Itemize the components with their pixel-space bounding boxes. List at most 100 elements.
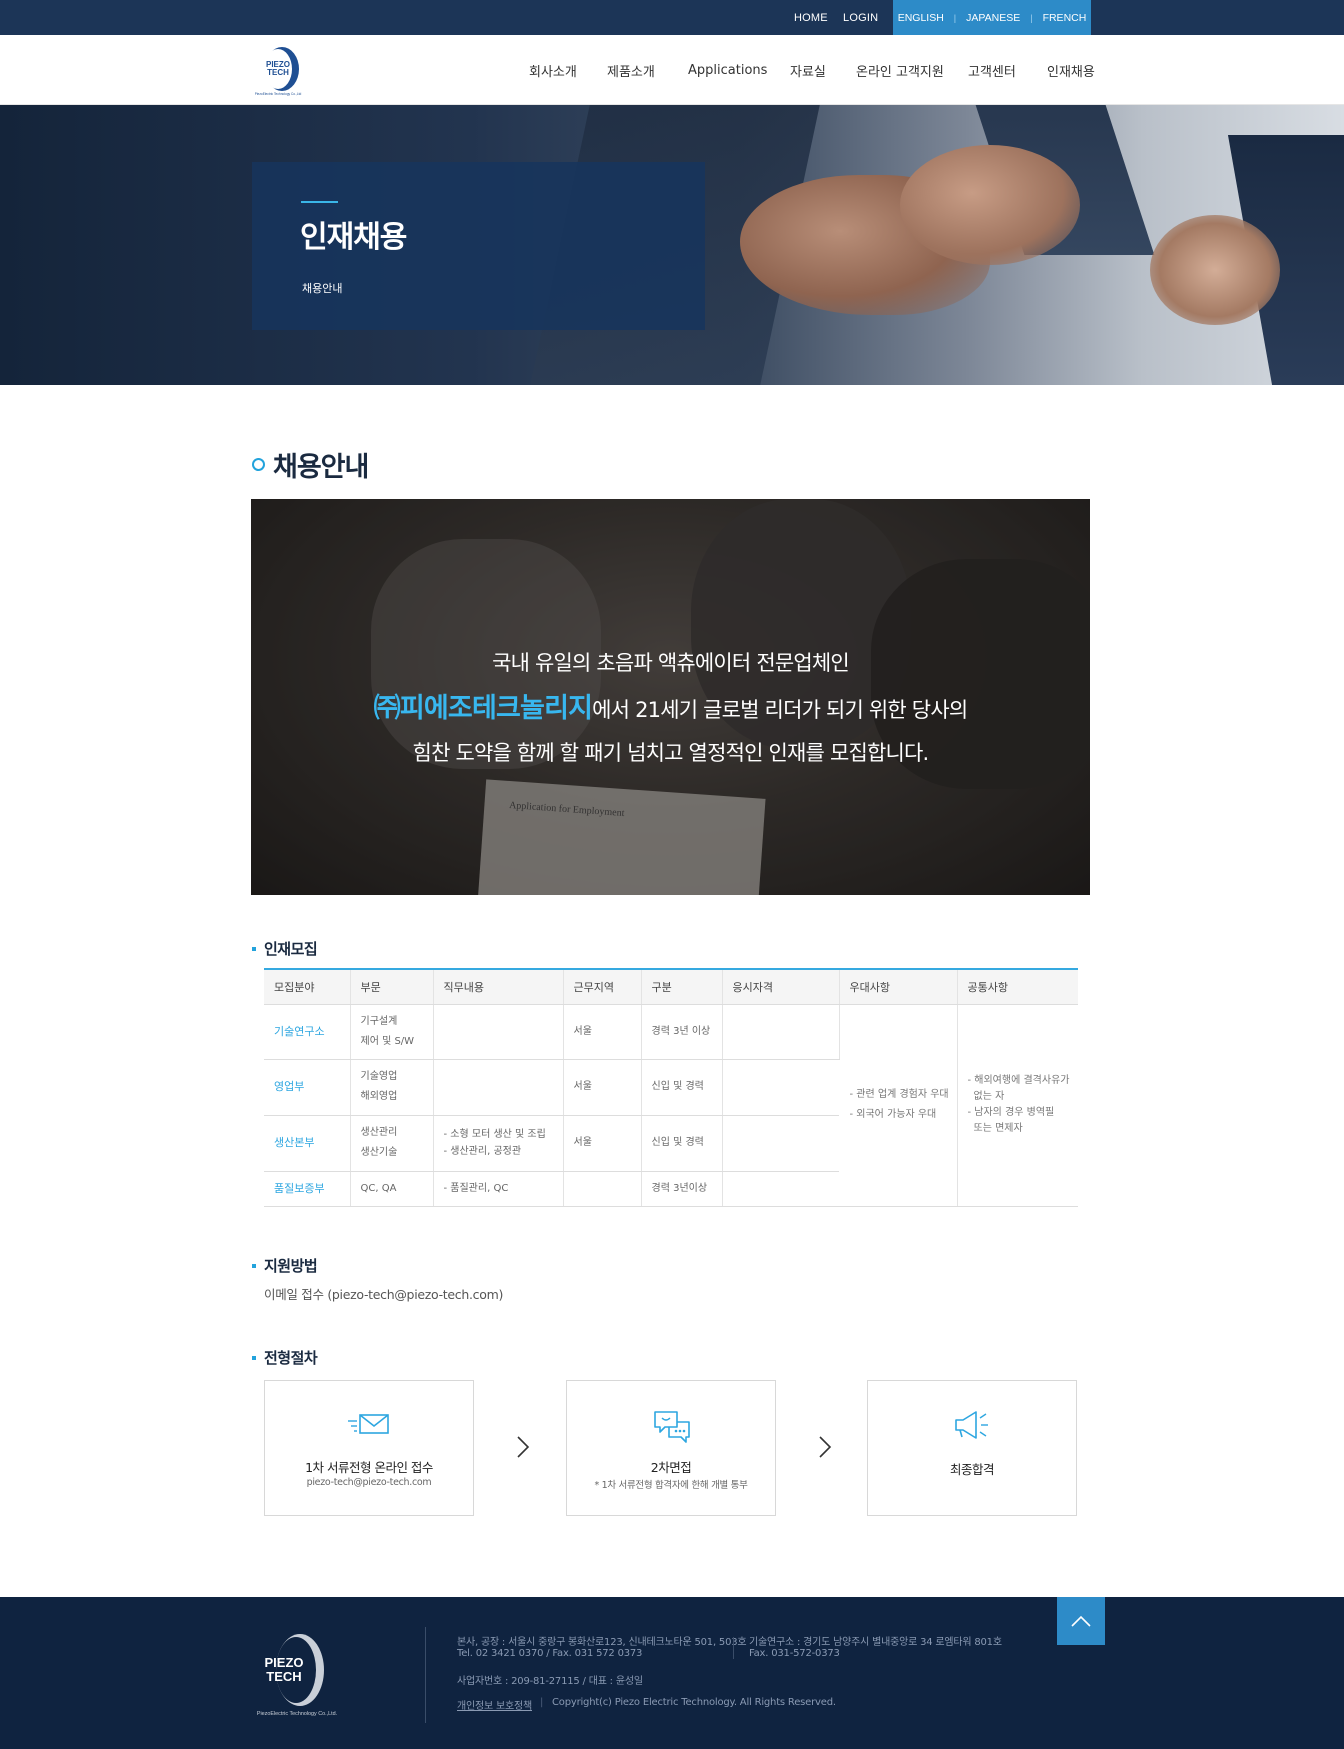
recruit-table: 모집분야 부문 직무내용 근무지역 구분 응시자격 우대사항 공통사항 기술연구… (264, 968, 1078, 1207)
top-utility-bar: HOME LOGIN ENGLISH | JAPANESE | FRENCH (0, 0, 1344, 35)
envelope-icon (265, 1409, 473, 1445)
apply-heading: 지원방법 (252, 1255, 318, 1276)
chat-icon (567, 1409, 775, 1445)
part-line: 기술영업 (360, 1071, 398, 1082)
part-line: 생산관리 (360, 1127, 398, 1138)
nav-label: 회사소개 (529, 64, 577, 80)
language-japanese[interactable]: JAPANESE (966, 12, 1020, 24)
part-cell: QC, QA (350, 1171, 434, 1207)
chevron-right-icon (819, 1436, 832, 1458)
divider (425, 1627, 426, 1723)
nav-item-resources[interactable]: 자료실 (790, 35, 826, 105)
common-line: 또는 면제자 (973, 1123, 1023, 1134)
banner-line-text: 에서 21세기 글로벌 리더가 되기 위한 당사의 (592, 698, 968, 722)
part-cell: 기술영업 해외영업 (350, 1059, 434, 1116)
process-heading: 전형절차 (252, 1347, 318, 1368)
language-switcher: ENGLISH | JAPANESE | FRENCH (893, 0, 1091, 35)
divider: | (1030, 12, 1033, 23)
home-link[interactable]: HOME (794, 0, 828, 35)
footer: PIEZO TECH PiezoElectric Technology Co.,… (0, 1597, 1344, 1749)
field-cell: 기술연구소 (264, 1004, 351, 1060)
recruit-banner: Application for Employment 국내 유일의 초음파 액츄… (251, 499, 1090, 895)
nav-label: 고객센터 (968, 64, 1016, 80)
process-step-3: 최종합격 (867, 1380, 1077, 1516)
logo-subtext: PiezoElectric Technology Co.,Ltd. (257, 1711, 337, 1717)
section-title-text: 채용안내 (273, 452, 369, 483)
common-cell: - 해외여행에 결격사유가 없는 자 - 남자의 경우 병역필 또는 면제자 (957, 1004, 1078, 1207)
apply-heading-text: 지원방법 (264, 1257, 318, 1275)
logo-subtext: PiezoElectric Technology Co.,Ltd (255, 92, 302, 96)
scroll-to-top-button[interactable] (1057, 1597, 1105, 1645)
duty-line: - 소형 모터 생산 및 조립 (443, 1129, 546, 1140)
part-line: 기구설계 (360, 1015, 398, 1027)
nav-label: 인재채용 (1047, 64, 1095, 80)
common-line: - 남자의 경우 병역필 (967, 1107, 1055, 1118)
nav-item-customer-center[interactable]: 고객센터 (968, 35, 1016, 105)
nav-label: 제품소개 (607, 64, 655, 80)
banner-line: 국내 유일의 초음파 액츄에이터 전문업체인 (492, 651, 850, 675)
logo-text: TECH (267, 68, 289, 77)
field-cell: 영업부 (264, 1059, 351, 1116)
type-cell: 경력 3년 이상 (641, 1004, 723, 1060)
type-cell: 신입 및 경력 (641, 1115, 723, 1172)
logo-text: PIEZO (264, 1655, 303, 1670)
nav-item-company[interactable]: 회사소개 (529, 35, 577, 105)
benefit-line: - 외국어 가능자 우대 (849, 1109, 937, 1120)
nav-item-recruit[interactable]: 인재채용 (1047, 35, 1095, 105)
column-header: 근무지역 (563, 968, 642, 1005)
language-english[interactable]: ENGLISH (898, 12, 944, 24)
hero-image-hand (1150, 215, 1280, 325)
recruit-heading: 인재모집 (252, 938, 318, 959)
chevron-right-icon (517, 1436, 530, 1458)
banner-line: ㈜피에조테크놀리지에서 21세기 글로벌 리더가 되기 위한 당사의 (251, 686, 1090, 731)
nav-label: Applications (688, 62, 768, 78)
duty-cell: - 소형 모터 생산 및 조립 - 생산관리, 공정관 (433, 1115, 564, 1172)
nav-item-online-support[interactable]: 온라인 고객지원 (856, 35, 944, 105)
step-label: 최종합격 (949, 1462, 995, 1477)
section-title: 채용안내 (252, 445, 369, 484)
duty-cell (433, 1059, 564, 1116)
nav-label: 자료실 (790, 64, 826, 80)
main-header: PIEZO TECH PiezoElectric Technology Co.,… (0, 35, 1344, 105)
duty-cell (433, 1004, 564, 1060)
nav-item-products[interactable]: 제품소개 (607, 35, 655, 105)
column-header: 직무내용 (433, 968, 564, 1005)
privacy-policy-link[interactable]: 개인정보 보호정책 (457, 1697, 532, 1712)
footer-business-info: 사업자번호 : 209-81-27115 / 대표 : 윤성일 (457, 1676, 643, 1687)
nav-item-applications[interactable]: Applications (688, 35, 767, 105)
column-header: 부문 (350, 968, 434, 1005)
circle-bullet-icon (252, 458, 265, 471)
divider: | (953, 12, 957, 23)
recruit-heading-text: 인재모집 (264, 940, 318, 958)
breadcrumb: 채용안내 (302, 282, 343, 295)
footer-tel: Tel. 02 3421 0370 / Fax. 031 572 0373 (457, 1648, 643, 1659)
part-cell: 기구설계 제어 및 S/W (350, 1004, 434, 1060)
company-logo[interactable]: PIEZO TECH PiezoElectric Technology Co.,… (252, 45, 308, 97)
column-header: 응시자격 (722, 968, 840, 1005)
footer-address: 본사, 공장 : 서울시 중랑구 봉화산로123, 신내테크노타운 501, 5… (457, 1637, 747, 1648)
hero-image-hand (900, 145, 1080, 265)
banner-message: 국내 유일의 초음파 액츄에이터 전문업체인 ㈜피에조테크놀리지에서 21세기 … (251, 641, 1090, 776)
duty-cell: - 품질관리, QC (433, 1171, 564, 1207)
column-header: 모집분야 (264, 968, 351, 1005)
divider (733, 1637, 734, 1659)
apply-method-text: 이메일 접수 (piezo-tech@piezo-tech.com) (264, 1287, 504, 1302)
qualification-cell (722, 1004, 840, 1060)
column-header: 우대사항 (839, 968, 958, 1005)
benefit-line: - 관련 업계 경험자 우대 (849, 1089, 949, 1100)
megaphone-icon (868, 1409, 1076, 1445)
chevron-up-icon (1071, 1615, 1091, 1627)
nav-label: 온라인 고객지원 (856, 64, 944, 80)
language-french[interactable]: FRENCH (1043, 12, 1087, 24)
divider: | (540, 1697, 544, 1708)
login-link[interactable]: LOGIN (843, 0, 878, 35)
location-cell: 서울 (563, 1115, 642, 1172)
qualification-cell (722, 1115, 839, 1172)
step-note: piezo-tech@piezo-tech.com (306, 1477, 432, 1488)
company-name-highlight: ㈜피에조테크놀리지 (373, 693, 593, 724)
common-line: 없는 자 (973, 1091, 1005, 1102)
page-title: 인재채용 (300, 220, 407, 255)
privacy-policy-label: 개인정보 보호정책 (457, 1701, 532, 1712)
table-header-row: 모집분야 부문 직무내용 근무지역 구분 응시자격 우대사항 공통사항 (264, 968, 1078, 1005)
footer-logo: PIEZO TECH PiezoElectric Technology Co.,… (257, 1634, 337, 1717)
